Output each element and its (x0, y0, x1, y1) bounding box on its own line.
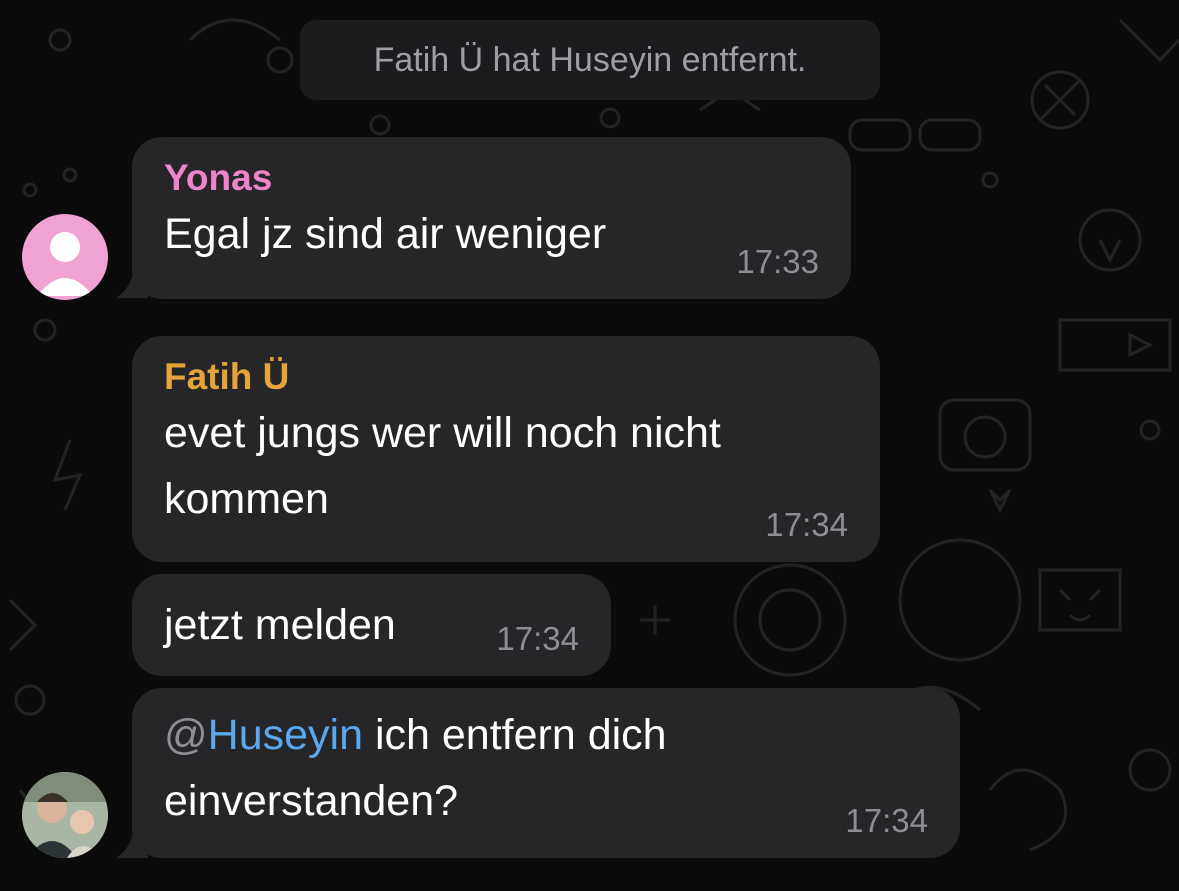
message-timestamp: 17:33 (736, 243, 819, 280)
avatar-fatih[interactable] (22, 772, 108, 858)
profile-photo (22, 772, 108, 858)
avatar-yonas[interactable] (22, 214, 108, 300)
message-bubble[interactable]: jetzt melden 17:34 (132, 574, 611, 676)
mention-link[interactable]: Huseyin (208, 711, 363, 759)
message-bubble[interactable]: Fatih Ü evet jungs wer will noch nicht k… (132, 336, 880, 562)
message-text: Egal jz sind air weniger (164, 210, 607, 258)
message-text-line: einverstanden? (164, 777, 459, 825)
message-bubble[interactable]: Yonas Egal jz sind air weniger 17:33 (132, 137, 851, 299)
system-notice: Fatih Ü hat Huseyin entfernt. (300, 20, 880, 100)
message-text-line: kommen (164, 475, 329, 523)
message-text-line: evet jungs wer will noch nicht (164, 409, 721, 457)
message-timestamp: 17:34 (496, 620, 579, 657)
default-person-icon (37, 232, 93, 296)
message-timestamp: 17:34 (765, 506, 848, 543)
sender-name[interactable]: Yonas (164, 155, 819, 201)
message-text-line: @Huseyin ich entfern dich (164, 702, 928, 768)
sender-name[interactable]: Fatih Ü (164, 354, 848, 400)
message-timestamp: 17:34 (845, 802, 928, 839)
message-bubble[interactable]: @Huseyin ich entfern dich einverstanden?… (132, 688, 960, 858)
mention-at-sign: @ (164, 711, 208, 759)
message-text: ich entfern dich (363, 711, 667, 759)
